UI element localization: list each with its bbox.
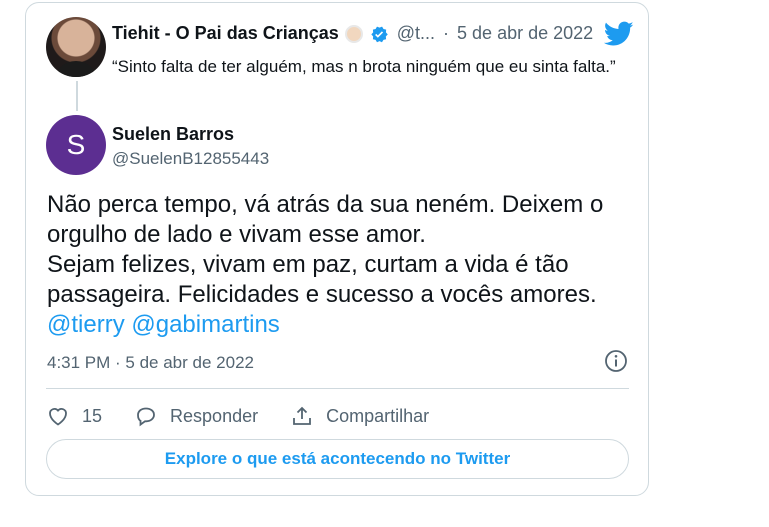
tweet-mentions: @tierry @gabimartins [47, 310, 637, 340]
tweet-body: Não perca tempo, vá atrás da sua neném. … [47, 190, 637, 340]
quoted-tweet[interactable]: Tiehit - O Pai das Crianças @t... · 5 de… [46, 15, 636, 107]
quoted-author-name[interactable]: Tiehit - O Pai das Crianças [112, 23, 339, 44]
thread-connector-line [76, 81, 78, 111]
share-label: Compartilhar [326, 405, 430, 426]
explore-twitter-button[interactable]: Explore o que está acontecendo no Twitte… [46, 439, 629, 479]
quoted-tweet-text: “Sinto falta de ter alguém, mas n brota … [112, 57, 616, 76]
tweet-actions: 15 Responder Compartilhar [46, 400, 629, 432]
tweet-text-line-1: Não perca tempo, vá atrás da sua neném. … [47, 191, 604, 248]
mention-gabimartins-link[interactable]: @gabimartins [131, 311, 279, 338]
quoted-tweet-header: Tiehit - O Pai das Crianças @t... · 5 de… [112, 23, 593, 44]
tweet-embed-card: Tiehit - O Pai das Crianças @t... · 5 de… [25, 2, 649, 496]
quoted-author-avatar[interactable] [46, 17, 106, 77]
heart-icon [49, 408, 67, 426]
tweet-text-line-2: Sejam felizes, vivam em paz, curtam a vi… [47, 251, 597, 308]
divider [46, 388, 629, 389]
info-icon[interactable] [604, 349, 628, 373]
tweet-timestamp[interactable]: 4:31 PM · 5 de abr de 2022 [47, 353, 254, 373]
old-man-emoji-icon [344, 24, 363, 43]
quoted-tweet-date[interactable]: 5 de abr de 2022 [457, 23, 593, 44]
mention-tierry-link[interactable]: @tierry [47, 311, 125, 338]
author-handle[interactable]: @SuelenB12855443 [112, 149, 269, 169]
author-avatar[interactable]: S [46, 115, 106, 175]
author-name[interactable]: Suelen Barros [112, 124, 234, 145]
reply-label: Responder [170, 405, 259, 426]
quoted-author-handle[interactable]: @t... [397, 23, 435, 44]
reply-bubble-icon [137, 407, 155, 427]
tweet-author: S Suelen Barros @SuelenB12855443 [46, 115, 636, 175]
separator-dot: · [443, 23, 450, 43]
verified-badge-icon [371, 26, 388, 42]
like-count: 15 [82, 405, 103, 426]
like-button[interactable]: 15 [46, 404, 102, 428]
twitter-bird-icon[interactable] [604, 21, 634, 47]
share-upload-icon [293, 406, 311, 425]
share-button[interactable]: Compartilhar [290, 404, 429, 428]
reply-button[interactable]: Responder [134, 404, 258, 428]
